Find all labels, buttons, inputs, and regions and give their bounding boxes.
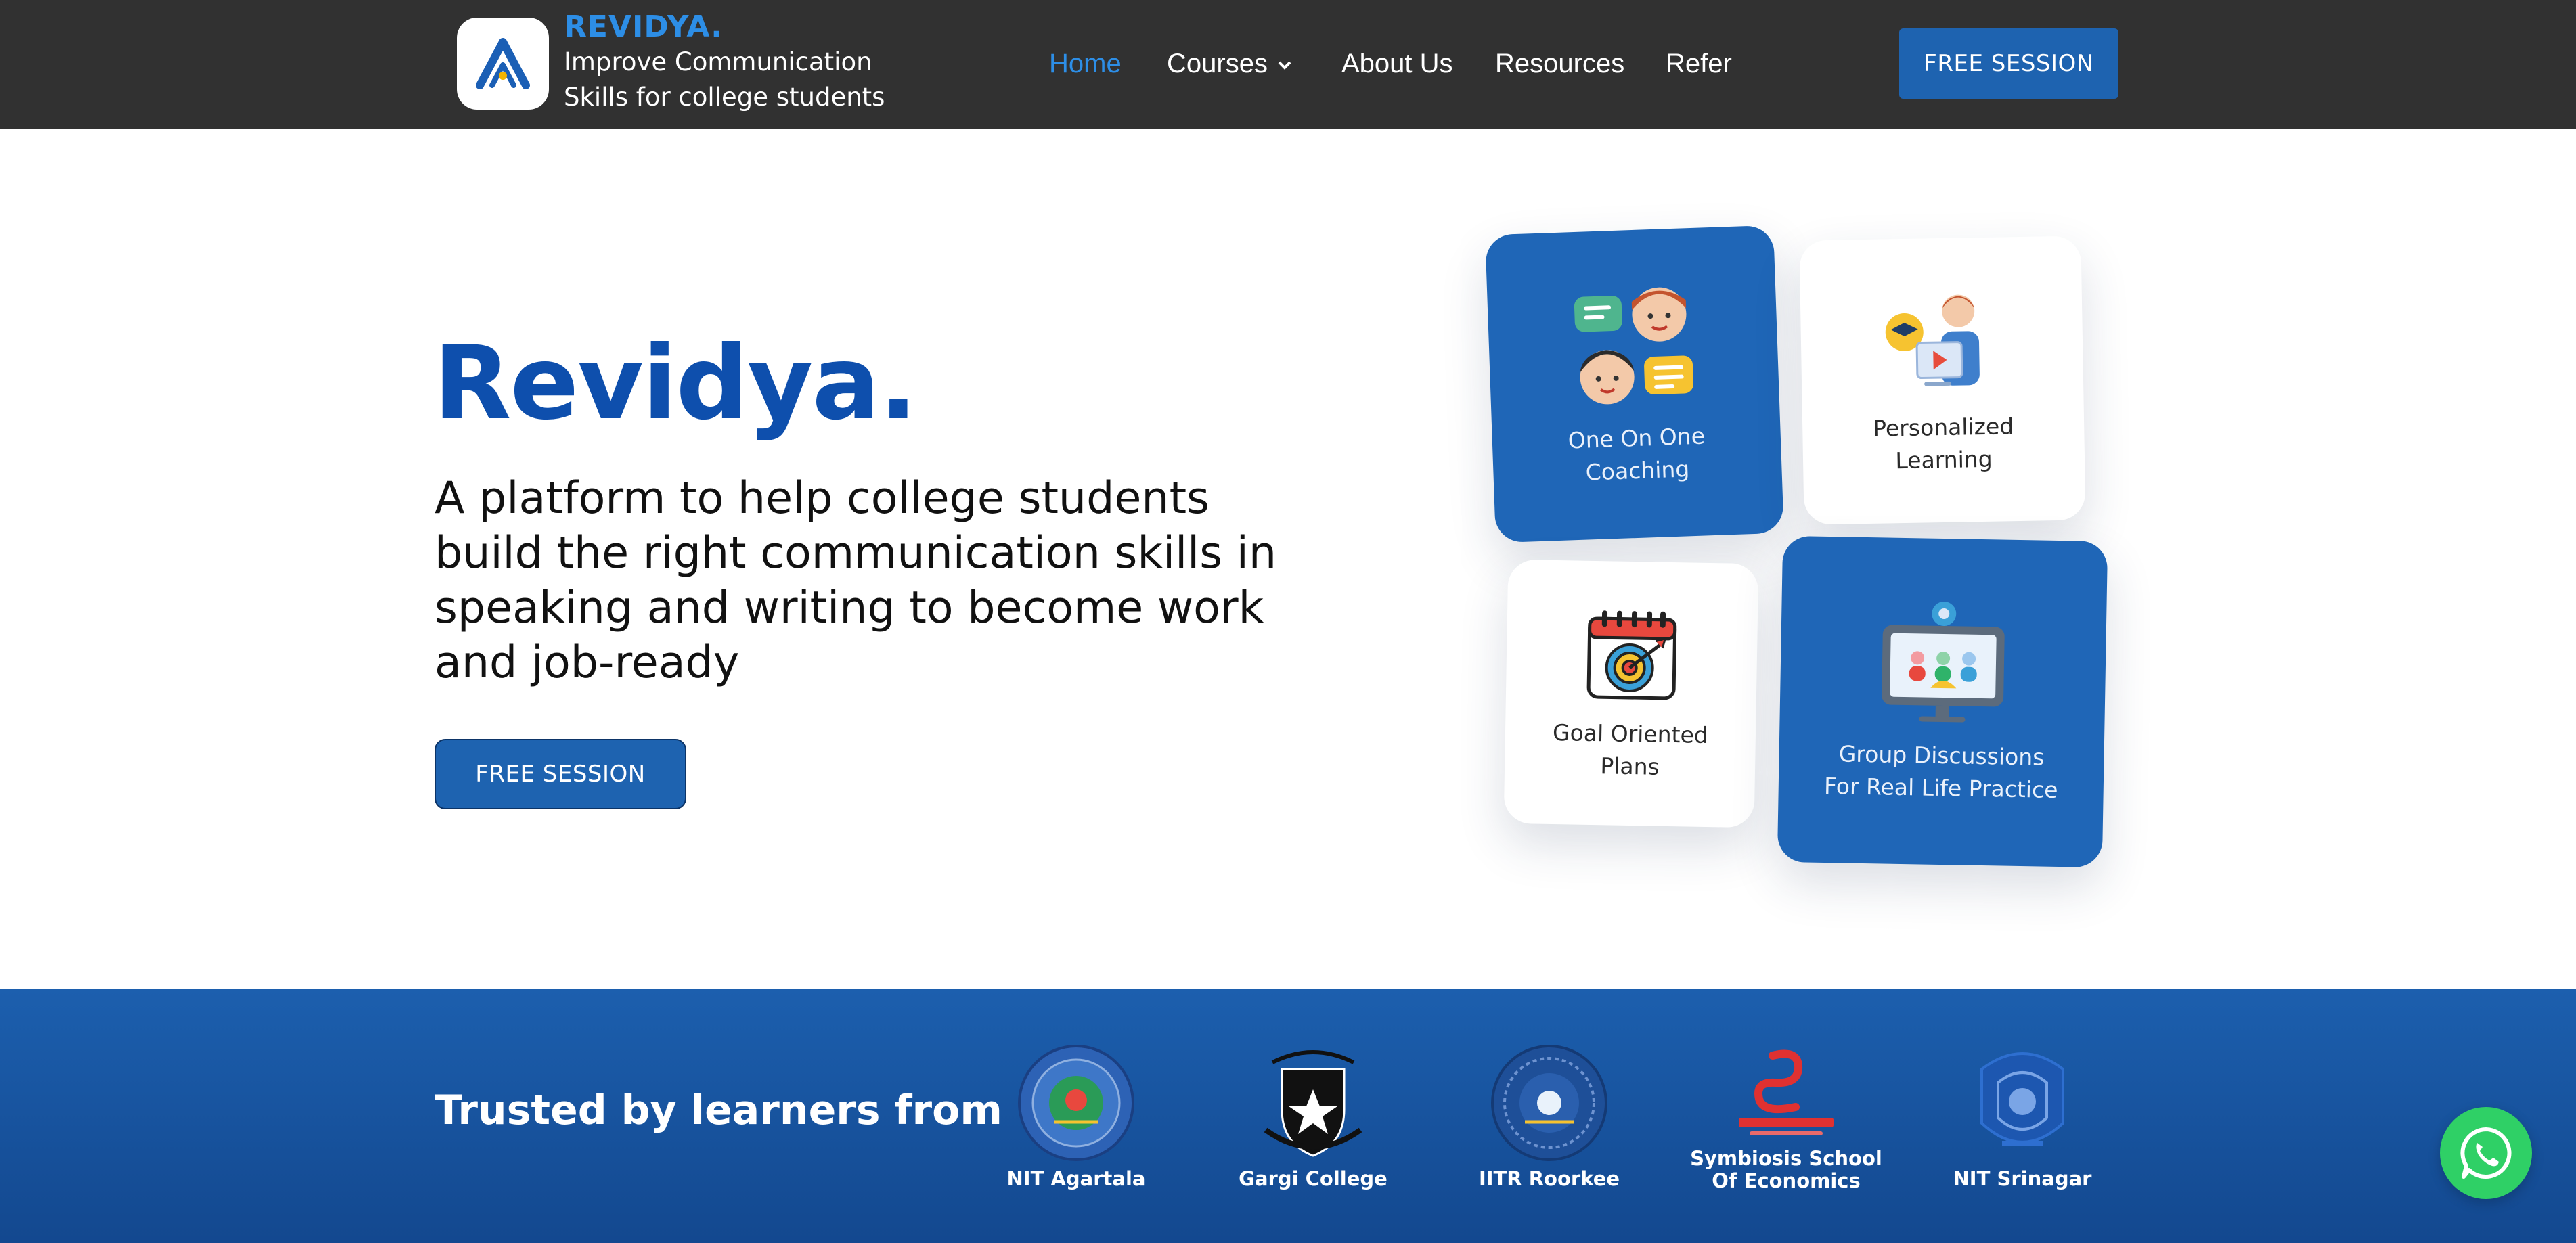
whatsapp-button[interactable] bbox=[2440, 1107, 2532, 1199]
gargi-college-crest bbox=[1264, 1050, 1362, 1157]
institution-name: Symbiosis School Of Economics bbox=[1690, 1147, 1882, 1192]
group-monitor-icon bbox=[1882, 602, 2005, 723]
teacher-icon bbox=[1885, 294, 1980, 386]
nit-agartala-seal bbox=[1018, 1045, 1134, 1161]
nav-resources[interactable]: Resources bbox=[1495, 46, 1624, 81]
brand-tagline: Improve Communication Skills for college… bbox=[564, 47, 885, 112]
institution-item: IITR Roorkee bbox=[1438, 1042, 1661, 1190]
feature-card-coaching: One On One Coaching bbox=[1485, 225, 1784, 543]
feature-label: One On One Coaching bbox=[1568, 422, 1706, 486]
nav-courses[interactable]: Courses bbox=[1167, 46, 1292, 81]
logo[interactable] bbox=[457, 18, 549, 110]
feature-card-group-discussions: Group Discussions For Real Life Practice bbox=[1777, 535, 2108, 868]
feature-label: Goal Oriented Plans bbox=[1552, 719, 1709, 780]
feature-card-personalized: Personalized Learning bbox=[1799, 235, 2086, 525]
institution-item: Gargi College bbox=[1201, 1042, 1425, 1190]
feature-label: Group Discussions For Real Life Practice bbox=[1823, 740, 2058, 803]
trusted-heading: Trusted by learners from bbox=[435, 1087, 1002, 1134]
feature-card-goal-oriented: Goal Oriented Plans bbox=[1503, 559, 1759, 828]
hero-free-session-button[interactable]: FREE SESSION bbox=[435, 739, 686, 809]
brand-name[interactable]: REVIDYA. bbox=[564, 9, 723, 44]
institution-item: Symbiosis School Of Economics bbox=[1674, 1042, 1898, 1192]
nav-refer[interactable]: Refer bbox=[1666, 46, 1732, 81]
coaching-chat-icon bbox=[1574, 287, 1694, 404]
top-navbar: REVIDYA. Improve Communication Skills fo… bbox=[0, 0, 2576, 129]
institution-item: NIT Srinagar bbox=[1911, 1042, 2134, 1190]
header-free-session-button[interactable]: FREE SESSION bbox=[1899, 28, 2118, 99]
nav-about-us[interactable]: About Us bbox=[1341, 46, 1453, 81]
feature-label: Personalized Learning bbox=[1872, 413, 2014, 474]
iitr-roorkee-seal bbox=[1491, 1045, 1607, 1161]
target-calendar-icon bbox=[1586, 610, 1677, 700]
chevron-down-icon bbox=[1278, 62, 1291, 70]
institution-name: NIT Srinagar bbox=[1953, 1167, 2092, 1190]
institution-name: NIT Agartala bbox=[1006, 1167, 1146, 1190]
institution-name: IITR Roorkee bbox=[1478, 1167, 1620, 1190]
hero-title: Revidya. bbox=[433, 325, 918, 443]
whatsapp-icon bbox=[2460, 1127, 2512, 1179]
institution-name: Gargi College bbox=[1239, 1167, 1387, 1190]
nav-home[interactable]: Home bbox=[1049, 46, 1122, 81]
revidya-logo-icon bbox=[476, 38, 530, 89]
institution-item: NIT Agartala bbox=[964, 1042, 1188, 1190]
symbiosis-logo bbox=[1739, 1049, 1834, 1135]
hero-description: A platform to help college students buil… bbox=[435, 473, 1277, 688]
nit-srinagar-emblem bbox=[1980, 1052, 2064, 1146]
